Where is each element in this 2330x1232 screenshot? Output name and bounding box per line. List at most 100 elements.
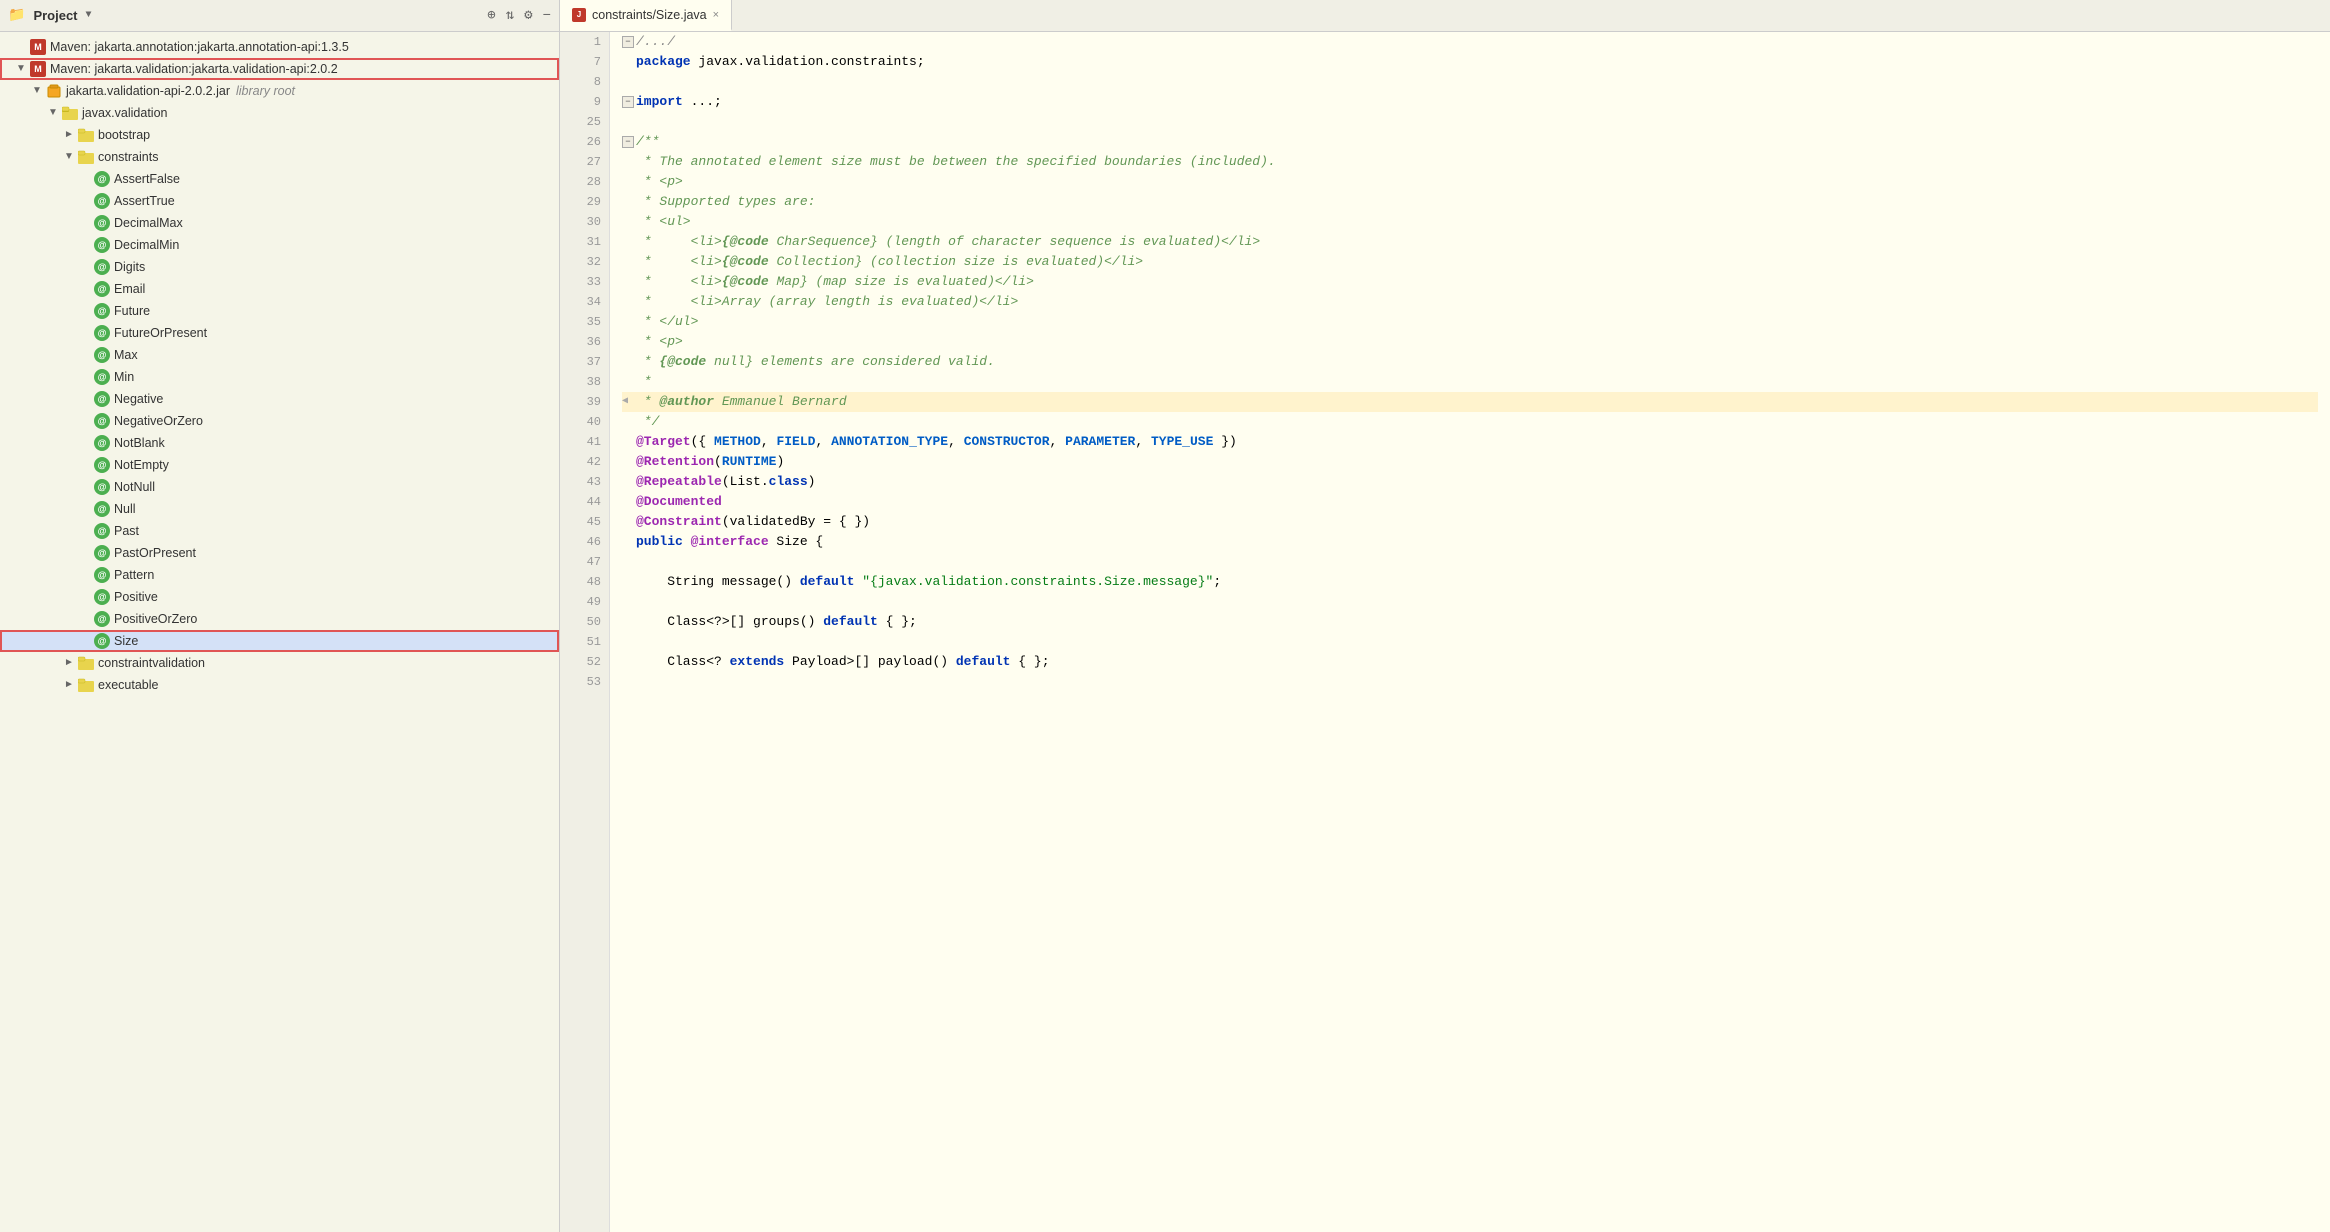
code-line-31: * <li>{@code CharSequence} (length of ch… (622, 232, 2318, 252)
annotation-icon: @ (94, 435, 110, 451)
code-text: Size { (769, 532, 824, 552)
ln-30: 30 (568, 212, 601, 232)
tree-item-Positive[interactable]: @ Positive (0, 586, 559, 608)
tree-item-executable[interactable]: ► executable (0, 674, 559, 696)
tree-item-Negative[interactable]: @ Negative (0, 388, 559, 410)
maven-icon: M (30, 61, 46, 77)
code-text: @Documented (636, 492, 722, 512)
code-line-27: * The annotated element size must be bet… (622, 152, 2318, 172)
code-text: { }; (878, 612, 917, 632)
code-text: null} elements are considered valid. (706, 352, 995, 372)
tree-item-Null[interactable]: @ Null (0, 498, 559, 520)
item-label: Future (114, 301, 150, 321)
code-text: @Target (636, 432, 691, 452)
tree-item-maven1[interactable]: M Maven: jakarta.annotation:jakarta.anno… (0, 36, 559, 58)
tree-item-AssertFalse[interactable]: @ AssertFalse (0, 168, 559, 190)
jar-label: jakarta.validation-api-2.0.2.jar (66, 81, 230, 101)
panel-icons: ⊕ ⇅ ⚙ − (487, 7, 551, 24)
dropdown-arrow-icon[interactable]: ▼ (86, 10, 92, 21)
left-panel: 📁 Project ▼ ⊕ ⇅ ⚙ − M Maven: jakarta.ann… (0, 0, 560, 1232)
gear-icon[interactable]: ⚙ (524, 7, 532, 24)
code-text: ANNOTATION_TYPE (831, 432, 948, 452)
fold-icon[interactable]: − (622, 136, 634, 148)
ln-9: 9 (568, 92, 601, 112)
tree-item-FutureOrPresent[interactable]: @ FutureOrPresent (0, 322, 559, 344)
tree-item-jar[interactable]: ▼ jakarta.validation-api-2.0.2.jar libra… (0, 80, 559, 102)
fold-icon[interactable]: − (622, 96, 634, 108)
tab-close-button[interactable]: × (713, 9, 719, 21)
tree-item-Digits[interactable]: @ Digits (0, 256, 559, 278)
code-text: Collection} (collection size is evaluate… (769, 252, 1143, 272)
ln-27: 27 (568, 152, 601, 172)
item-label: DecimalMax (114, 213, 183, 233)
tree-item-javax[interactable]: ▼ javax.validation (0, 102, 559, 124)
tree-item-DecimalMin[interactable]: @ DecimalMin (0, 234, 559, 256)
globe-icon[interactable]: ⊕ (487, 7, 495, 24)
tree-item-Min[interactable]: @ Min (0, 366, 559, 388)
code-text: ; (1213, 572, 1221, 592)
tree-item-constraints[interactable]: ▼ constraints (0, 146, 559, 168)
java-file-icon: J (572, 8, 586, 22)
annotation-icon: @ (94, 413, 110, 429)
code-text: @author (659, 392, 714, 412)
item-label: NotNull (114, 477, 155, 497)
tree-item-maven2[interactable]: ▼ M Maven: jakarta.validation:jakarta.va… (0, 58, 559, 80)
item-label: AssertTrue (114, 191, 175, 211)
code-line-51 (622, 632, 2318, 652)
tree-item-NegativeOrZero[interactable]: @ NegativeOrZero (0, 410, 559, 432)
panel-header: 📁 Project ▼ ⊕ ⇅ ⚙ − (0, 0, 559, 32)
code-line-25 (622, 112, 2318, 132)
code-text: default (823, 612, 878, 632)
tree-item-Size[interactable]: @ Size (0, 630, 559, 652)
code-text: (List. (722, 472, 769, 492)
tree-item-PastOrPresent[interactable]: @ PastOrPresent (0, 542, 559, 564)
ln-51: 51 (568, 632, 601, 652)
arrows-icon[interactable]: ⇅ (506, 7, 514, 24)
editor-tab-size-java[interactable]: J constraints/Size.java × (560, 0, 732, 31)
minus-icon[interactable]: − (543, 8, 551, 24)
tree-item-constraintvalidation[interactable]: ► constraintvalidation (0, 652, 559, 674)
tree-item-AssertTrue[interactable]: @ AssertTrue (0, 190, 559, 212)
tree-item-Email[interactable]: @ Email (0, 278, 559, 300)
code-text: @Retention (636, 452, 714, 472)
tree-item-Future[interactable]: @ Future (0, 300, 559, 322)
tree-item-Pattern[interactable]: @ Pattern (0, 564, 559, 586)
tree-item-NotEmpty[interactable]: @ NotEmpty (0, 454, 559, 476)
item-label: Negative (114, 389, 163, 409)
code-text: Class<?>[] groups() (636, 612, 823, 632)
annotation-icon: @ (94, 171, 110, 187)
item-label: Positive (114, 587, 158, 607)
code-line-44: @Documented (622, 492, 2318, 512)
code-text: , (761, 432, 777, 452)
tree-item-NotBlank[interactable]: @ NotBlank (0, 432, 559, 454)
tree-item-NotNull[interactable]: @ NotNull (0, 476, 559, 498)
folder-icon (78, 150, 94, 164)
code-text: * <p> (636, 332, 683, 352)
tree-item-DecimalMax[interactable]: @ DecimalMax (0, 212, 559, 234)
code-text: ({ (691, 432, 714, 452)
tree-item-PositiveOrZero[interactable]: @ PositiveOrZero (0, 608, 559, 630)
code-line-50: Class<?>[] groups() default { }; (622, 612, 2318, 632)
ln-41: 41 (568, 432, 601, 452)
tree-item-bootstrap[interactable]: ► bootstrap (0, 124, 559, 146)
ln-48: 48 (568, 572, 601, 592)
code-text: * </ul> (636, 312, 698, 332)
constraints-label: constraints (98, 147, 158, 167)
annotation-icon: @ (94, 215, 110, 231)
item-label: AssertFalse (114, 169, 180, 189)
code-line-45: @Constraint(validatedBy = { }) (622, 512, 2318, 532)
code-line-32: * <li>{@code Collection} (collection siz… (622, 252, 2318, 272)
annotation-icon: @ (94, 457, 110, 473)
tree-item-Past[interactable]: @ Past (0, 520, 559, 542)
ln-25: 25 (568, 112, 601, 132)
item-label: Size (114, 631, 138, 651)
code-line-35: * </ul> (622, 312, 2318, 332)
annotation-icon: @ (94, 589, 110, 605)
code-line-52: Class<? extends Payload>[] payload() def… (622, 652, 2318, 672)
code-text: * <li> (636, 232, 722, 252)
code-text: * <li>Array (array length is evaluated)<… (636, 292, 1018, 312)
ln-35: 35 (568, 312, 601, 332)
tree-item-Max[interactable]: @ Max (0, 344, 559, 366)
fold-icon[interactable]: − (622, 36, 634, 48)
editor-tabs: J constraints/Size.java × (560, 0, 2330, 32)
